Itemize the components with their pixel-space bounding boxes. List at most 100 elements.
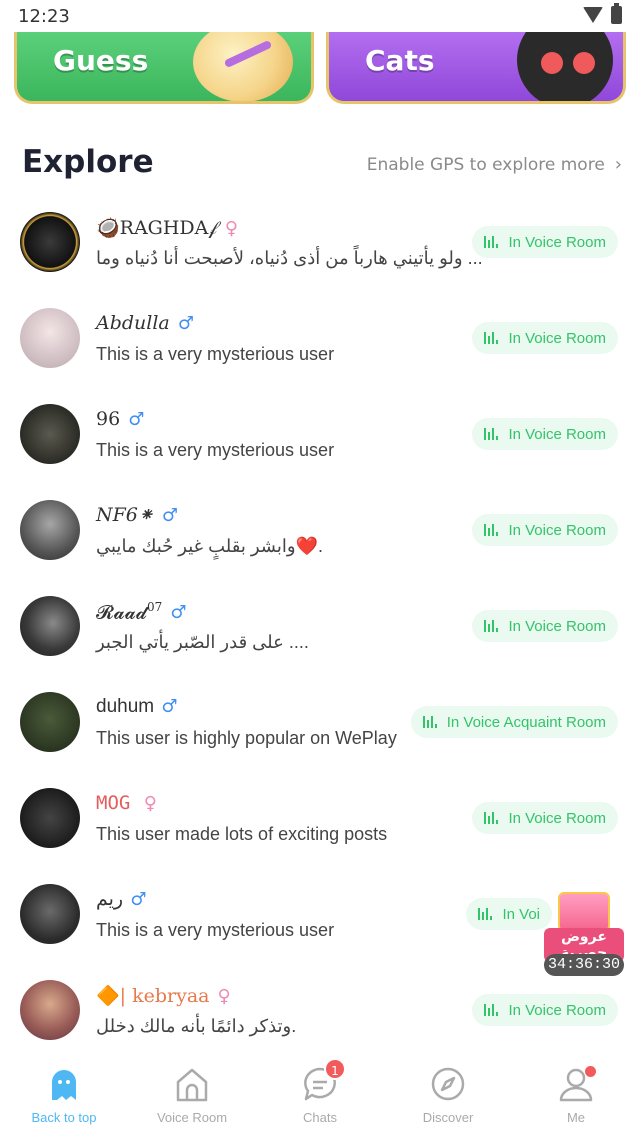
user-bio: This user is highly popular on WePlay	[96, 728, 397, 748]
promo-countdown-timer: 34:36:30	[544, 954, 624, 976]
tab-label: Back to top	[31, 1110, 97, 1125]
user-name-text: 96	[96, 408, 121, 430]
in-voice-room-badge[interactable]: In Voice Room	[472, 802, 618, 834]
user-name-text: Abdulla	[96, 312, 170, 334]
in-voice-room-badge[interactable]: In Voi	[466, 898, 552, 930]
avatar[interactable]	[20, 980, 80, 1040]
male-icon: ♂	[177, 313, 194, 334]
status-label: In Voice Room	[508, 233, 606, 251]
avatar[interactable]	[20, 212, 80, 272]
user-name-text: 𝓡𝓪𝓪𝓭	[96, 601, 147, 624]
user-row[interactable]: 🔶| kebryaa ♀ وتذكر دائمًا بأنه مالك دخلل…	[0, 964, 640, 1060]
cats-banner-title: Cats	[365, 44, 435, 77]
tab-chats[interactable]: 1 Chats	[270, 1058, 370, 1125]
guess-banner-title: Guess	[53, 44, 149, 77]
audio-bars-icon	[478, 908, 493, 920]
chevron-right-icon: ›	[614, 154, 622, 175]
status-label: In Voice Room	[508, 425, 606, 443]
user-name-suffix: 07	[147, 600, 163, 614]
user-name: Abdulla ♂	[96, 312, 194, 334]
user-bio: This is a very mysterious user	[96, 344, 335, 364]
audio-bars-icon	[484, 812, 499, 824]
in-voice-room-badge[interactable]: In Voice Room	[472, 994, 618, 1026]
bottom-tab-bar: Back to top Voice Room 1 Chats Discover …	[0, 1056, 640, 1138]
user-name-text: MOG	[96, 792, 131, 814]
user-row[interactable]: NF6⁕ ♂ وابشر بقلبٍ غير حُبك مايبي❤️. In …	[0, 484, 640, 580]
user-name-suffix: 𝒻	[208, 217, 217, 239]
user-row[interactable]: MOG ♀ This user made lots of exciting po…	[0, 772, 640, 868]
male-icon: ♂	[161, 505, 179, 526]
tab-voice-room[interactable]: Voice Room	[142, 1064, 242, 1125]
user-row[interactable]: duhum ♂ This user is highly popular on W…	[0, 676, 640, 772]
user-row[interactable]: Abdulla ♂ This is a very mysterious user…	[0, 292, 640, 388]
audio-bars-icon	[484, 1004, 499, 1016]
tab-me[interactable]: Me	[526, 1064, 626, 1125]
promo-floating-widget[interactable]: عروض حصرية 34:36:30	[544, 892, 624, 976]
status-time: 12:23	[18, 6, 70, 27]
audio-bars-icon	[484, 332, 499, 344]
avatar[interactable]	[20, 596, 80, 656]
avatar[interactable]	[20, 788, 80, 848]
user-bio: This user made lots of exciting posts	[96, 824, 388, 844]
user-bio: This is a very mysterious user	[96, 440, 335, 460]
user-name: 96 ♂	[96, 408, 144, 430]
tab-label: Voice Room	[156, 1110, 228, 1125]
audio-bars-icon	[484, 236, 499, 248]
audio-bars-icon	[484, 428, 499, 440]
avatar[interactable]	[20, 884, 80, 944]
avatar[interactable]	[20, 308, 80, 368]
user-bio: على قدر الصّبر يأتي الجبر ....	[96, 632, 309, 652]
user-name: duhum ♂	[96, 696, 178, 718]
user-name: NF6⁕ ♂	[96, 504, 178, 526]
ghost-icon	[44, 1064, 84, 1104]
user-name: 𝓡𝓪𝓪𝓭07 ♂	[96, 600, 186, 623]
user-row[interactable]: 🥥RAGHDA𝒻 ♀ ولو يأتيني هارباً من أذى دُني…	[0, 196, 640, 292]
cats-game-banner[interactable]: Cats	[326, 32, 626, 104]
house-icon	[172, 1064, 212, 1104]
in-voice-room-badge[interactable]: In Voice Room	[472, 418, 618, 450]
in-voice-room-badge[interactable]: In Voice Room	[472, 226, 618, 258]
tab-label: Discover	[422, 1110, 474, 1125]
user-bio: وتذكر دائمًا بأنه مالك دخلل.	[96, 1016, 297, 1036]
status-label: In Voice Acquaint Room	[446, 713, 606, 731]
tab-discover[interactable]: Discover	[398, 1064, 498, 1125]
user-bio: ولو يأتيني هارباً من أذى دُنياه، لأصبحت …	[96, 248, 483, 268]
user-name: 🥥RAGHDA𝒻 ♀	[96, 216, 238, 239]
in-voice-room-badge[interactable]: In Voice Room	[472, 322, 618, 354]
enable-gps-link[interactable]: Enable GPS to explore more ›	[367, 154, 622, 175]
user-row[interactable]: 96 ♂ This is a very mysterious user In V…	[0, 388, 640, 484]
female-icon: ♀	[217, 986, 231, 1007]
in-voice-room-badge[interactable]: In Voice Room	[472, 514, 618, 546]
status-bar: 12:23	[0, 0, 640, 32]
gift-box-icon	[558, 892, 610, 932]
tab-back-to-top[interactable]: Back to top	[14, 1064, 114, 1125]
guess-game-banner[interactable]: Guess	[14, 32, 314, 104]
status-label: In Voice Room	[508, 809, 606, 827]
user-name: ريم ♂	[96, 888, 147, 911]
status-label: In Voice Room	[508, 1001, 606, 1019]
in-voice-room-badge[interactable]: In Voice Room	[472, 610, 618, 642]
user-bio: This is a very mysterious user	[96, 920, 335, 940]
wifi-icon	[583, 7, 603, 23]
user-name-text: NF6⁕	[96, 504, 154, 526]
chats-unread-badge: 1	[324, 1058, 346, 1080]
avatar[interactable]	[20, 404, 80, 464]
cat-mascot-icon	[517, 32, 613, 101]
paint-palette-icon	[193, 32, 293, 101]
female-icon: ♀	[143, 793, 157, 814]
audio-bars-icon	[422, 716, 437, 728]
in-voice-acquaint-room-badge[interactable]: In Voice Acquaint Room	[410, 706, 618, 738]
tab-label: Chats	[303, 1110, 337, 1125]
user-name-text: ريم	[96, 889, 124, 910]
user-name: MOG ♀	[96, 792, 157, 814]
audio-bars-icon	[484, 524, 499, 536]
avatar[interactable]	[20, 500, 80, 560]
chat-bubble-icon: 1	[300, 1058, 346, 1104]
status-icons	[583, 3, 622, 24]
male-icon: ♂	[130, 889, 147, 910]
user-row[interactable]: 𝓡𝓪𝓪𝓭07 ♂ على قدر الصّبر يأتي الجبر .... …	[0, 580, 640, 676]
compass-icon	[428, 1064, 468, 1104]
explore-title: Explore	[22, 144, 154, 180]
battery-icon	[611, 3, 622, 24]
avatar[interactable]	[20, 692, 80, 752]
